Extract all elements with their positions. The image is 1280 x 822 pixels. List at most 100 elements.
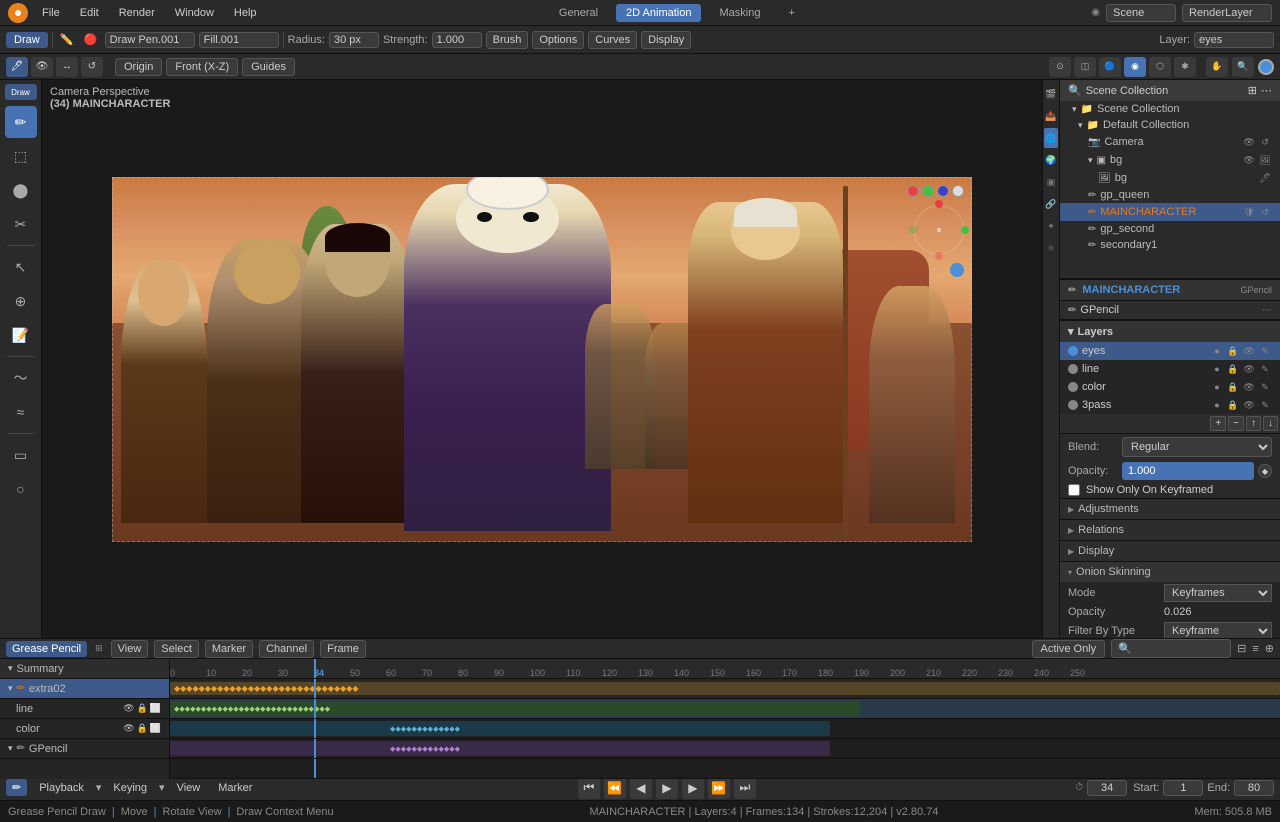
- scene-selector[interactable]: [1106, 4, 1176, 22]
- eye-vis2[interactable]: 🔒: [1226, 344, 1240, 358]
- prev-keyframe-btn[interactable]: ⏪: [604, 777, 626, 799]
- next-keyframe-btn[interactable]: ⏩: [708, 777, 730, 799]
- pass-vis3[interactable]: 👁: [1242, 398, 1256, 412]
- tool-select[interactable]: ↖: [5, 251, 37, 283]
- line-vis3[interactable]: 👁: [1242, 362, 1256, 376]
- onion-filter-select[interactable]: Keyframe: [1164, 622, 1272, 638]
- layer-remove-btn[interactable]: −: [1228, 416, 1244, 431]
- curves-btn[interactable]: Curves: [588, 31, 637, 49]
- menu-window[interactable]: Window: [169, 5, 220, 21]
- menu-help[interactable]: Help: [228, 5, 263, 21]
- gpencil-menu[interactable]: ⋯: [1262, 305, 1272, 316]
- tl-filter-icon[interactable]: ⊟: [1237, 642, 1246, 655]
- line-lock-icon[interactable]: 🔒: [137, 703, 148, 714]
- options-icon[interactable]: ⋯: [1261, 84, 1272, 97]
- menu-file[interactable]: File: [36, 5, 66, 21]
- move-icon[interactable]: ↔: [56, 57, 78, 77]
- layer-3pass[interactable]: 3pass ● 🔒 👁 ✎: [1060, 396, 1280, 414]
- onion-mode-select[interactable]: Keyframes Frames: [1164, 584, 1272, 602]
- eye-vis1[interactable]: ●: [1210, 344, 1224, 358]
- menu-render[interactable]: Render: [113, 5, 161, 21]
- tl-settings-icon[interactable]: ≡: [1252, 643, 1258, 655]
- opacity-keyframe-btn[interactable]: ◆: [1258, 464, 1272, 478]
- tool-eraser[interactable]: ⬚: [5, 140, 37, 172]
- pen-selector[interactable]: [105, 32, 195, 48]
- outliner-scene-collection[interactable]: ▾ 📁 Scene Collection: [1060, 101, 1280, 117]
- prev-frame-btn[interactable]: ◀: [630, 777, 652, 799]
- overlay-btn5[interactable]: ⬡: [1149, 57, 1171, 77]
- pass-vis2[interactable]: 🔒: [1226, 398, 1240, 412]
- render-layer-selector[interactable]: [1182, 4, 1272, 22]
- overlay-btn2[interactable]: ◫: [1074, 57, 1096, 77]
- strength-input[interactable]: [432, 32, 482, 48]
- display-btn[interactable]: Display: [641, 31, 691, 49]
- track-extra02[interactable]: ▾ ✏ extra02: [0, 679, 169, 699]
- jump-end-btn[interactable]: ⏭: [734, 777, 756, 799]
- tool-rectangle[interactable]: ▭: [5, 439, 37, 471]
- color-vis1[interactable]: ●: [1210, 380, 1224, 394]
- tool-curve[interactable]: 〜: [5, 362, 37, 394]
- draw-icon[interactable]: 🖊: [6, 57, 28, 77]
- zoom-icon[interactable]: 🔍: [1232, 57, 1254, 77]
- outliner-bg-image[interactable]: 🖼 bg 🖊: [1060, 169, 1280, 187]
- props-tab-world[interactable]: 🌍: [1044, 150, 1058, 170]
- tool-annotate[interactable]: 📝: [5, 319, 37, 351]
- active-only-btn[interactable]: Active Only: [1032, 640, 1106, 658]
- tl-zoom-icon[interactable]: ⊕: [1265, 642, 1274, 655]
- color-vis3[interactable]: 👁: [1242, 380, 1256, 394]
- tool-circle[interactable]: ○: [5, 473, 37, 505]
- options-btn[interactable]: Options: [532, 31, 584, 49]
- viewport-canvas[interactable]: Camera Perspective (34) MAINCHARACTER: [42, 80, 1042, 638]
- tool-pencil[interactable]: ✏: [5, 106, 37, 138]
- relations-header[interactable]: ▶ Relations: [1060, 520, 1280, 540]
- track-gpencil[interactable]: ▾ ✏ GPencil: [0, 739, 169, 759]
- guides-btn[interactable]: Guides: [242, 58, 295, 76]
- fill-selector[interactable]: [199, 32, 279, 48]
- playback-mode-icon[interactable]: ✏: [6, 779, 27, 796]
- play-btn[interactable]: ▶: [656, 777, 678, 799]
- layer-down-btn[interactable]: ↓: [1263, 416, 1278, 431]
- props-tab-scene[interactable]: 🌐: [1044, 128, 1058, 148]
- rotate-icon[interactable]: ↺: [81, 57, 103, 77]
- tool-cut[interactable]: ✂: [5, 208, 37, 240]
- outliner-gp-second[interactable]: ✏ gp_second: [1060, 221, 1280, 237]
- current-frame-input[interactable]: [1087, 780, 1127, 796]
- workspace-masking[interactable]: Masking: [709, 4, 770, 22]
- outliner-bg[interactable]: ▾ ▣ bg 👁 🖼: [1060, 151, 1280, 169]
- bg-vis2[interactable]: 🖼: [1258, 153, 1272, 167]
- blend-select[interactable]: Regular Multiply Add: [1122, 437, 1272, 457]
- view-gizmo[interactable]: [914, 205, 964, 255]
- line-vis4[interactable]: ✎: [1258, 362, 1272, 376]
- color-vis4[interactable]: ✎: [1258, 380, 1272, 394]
- outliner-gp-queen[interactable]: ✏ gp_queen: [1060, 187, 1280, 203]
- overlay-btn1[interactable]: ⊙: [1049, 57, 1071, 77]
- onion-header[interactable]: ▾ Onion Skinning: [1060, 562, 1280, 582]
- display-header[interactable]: ▶ Display: [1060, 541, 1280, 561]
- layer-color[interactable]: color ● 🔒 👁 ✎: [1060, 378, 1280, 396]
- view-btn-tl[interactable]: View: [111, 640, 149, 658]
- color-extra-icon[interactable]: ⬜: [150, 723, 161, 734]
- adjustments-header[interactable]: ▶ Adjustments: [1060, 499, 1280, 519]
- outliner-maincharacter[interactable]: ✏ MAINCHARACTER 🛡 ↺: [1060, 203, 1280, 221]
- opacity-bar[interactable]: 1.000: [1122, 462, 1254, 480]
- tl-search[interactable]: 🔍: [1111, 639, 1231, 658]
- track-line[interactable]: line 👁 🔒 ⬜: [0, 699, 169, 719]
- start-frame-input[interactable]: [1163, 780, 1203, 796]
- jump-start-btn[interactable]: ⏮: [578, 777, 600, 799]
- line-vis-icon[interactable]: 👁: [123, 703, 134, 714]
- layer-input[interactable]: [1194, 32, 1274, 48]
- outliner-default-collection[interactable]: ▾ 📁 Default Collection: [1060, 117, 1280, 133]
- layer-line[interactable]: line ● 🔒 👁 ✎: [1060, 360, 1280, 378]
- props-tab-render[interactable]: 🎬: [1044, 84, 1058, 104]
- track-summary[interactable]: ▾ Summary: [0, 659, 169, 679]
- line-vis2[interactable]: 🔒: [1226, 362, 1240, 376]
- pass-vis1[interactable]: ●: [1210, 398, 1224, 412]
- end-frame-input[interactable]: [1234, 780, 1274, 796]
- color-vis2[interactable]: 🔒: [1226, 380, 1240, 394]
- tool-icon-1[interactable]: ✏️: [57, 30, 77, 50]
- color-vis-icon[interactable]: 👁: [123, 723, 134, 734]
- playback-dropdown-icon[interactable]: ▾: [96, 781, 102, 794]
- view-icon[interactable]: 👁: [31, 57, 53, 77]
- channel-btn-tl[interactable]: Channel: [259, 640, 314, 658]
- cam-vis2[interactable]: ↺: [1258, 135, 1272, 149]
